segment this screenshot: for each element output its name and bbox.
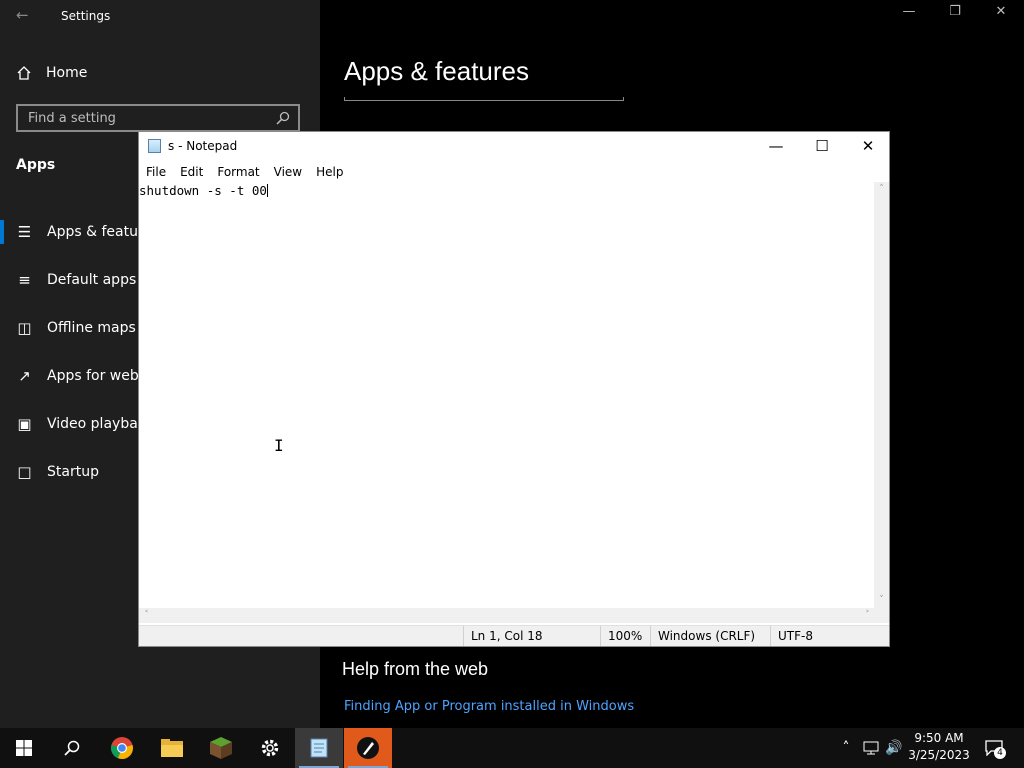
search-icon[interactable] [276,111,290,125]
default-apps-icon: ≡ [18,271,31,289]
notepad-taskbar-button[interactable] [295,728,343,768]
volume-icon[interactable]: 🔊 [884,728,904,768]
notepad-status-bar: Ln 1, Col 18 100% Windows (CRLF) UTF-8 [139,625,889,646]
menu-view[interactable]: View [267,162,309,182]
start-icon [16,740,32,756]
file-explorer-icon [161,739,183,757]
close-button[interactable]: ✕ [845,132,891,160]
text-cursor-icon: I [274,436,284,455]
status-encoding: UTF-8 [770,626,874,646]
show-hidden-icons-icon[interactable]: ˄ [838,728,854,768]
restore-icon[interactable]: ❐ [932,4,978,19]
menu-help[interactable]: Help [309,162,350,182]
file-explorer-taskbar-button[interactable] [148,728,196,768]
action-center-button[interactable]: 4 [980,728,1008,768]
section-title: Apps [16,157,56,173]
close-icon[interactable]: ✕ [978,4,1024,19]
nav-label: Offline maps [47,320,136,336]
title-underline [344,97,624,101]
scroll-down-icon[interactable]: ˅ [874,593,889,608]
help-link[interactable]: Finding App or Program installed in Wind… [344,699,634,714]
taskbar-clock[interactable]: 9:50 AM 3/25/2023 [905,730,973,764]
taskbar-search-button[interactable] [48,728,96,768]
menu-file[interactable]: File [139,162,173,182]
search-placeholder: Find a setting [28,110,116,126]
taskbar: ˄ 🔊 9:50 AM 3/25/2023 4 [0,728,1024,768]
notepad-icon [310,738,328,758]
notepad-menu-bar: File Edit Format View Help [139,162,889,182]
help-heading: Help from the web [342,659,489,679]
horizontal-scrollbar[interactable]: ˂ ˃ [139,608,875,623]
pen-app-icon [357,737,379,759]
maximize-button[interactable]: ☐ [799,132,845,160]
web-link-icon: ↗ [18,367,31,385]
menu-format[interactable]: Format [210,162,266,182]
scroll-up-icon[interactable]: ˄ [874,182,889,197]
pen-app-taskbar-button[interactable] [344,728,392,768]
clock-date: 3/25/2023 [908,748,970,762]
home-nav-item[interactable]: Home [16,62,87,84]
chrome-taskbar-button[interactable] [98,728,146,768]
notepad-title: s - Notepad [168,139,238,153]
notepad-text-area[interactable]: shutdown -s -t 00 [139,182,875,608]
notepad-text: shutdown -s -t 00 [139,183,267,198]
search-icon [64,740,80,756]
scroll-left-icon[interactable]: ˂ [139,608,154,623]
status-line-ending: Windows (CRLF) [650,626,768,646]
status-zoom: 100% [600,626,652,646]
back-arrow-icon[interactable]: ← [16,6,29,24]
start-button[interactable] [0,728,48,768]
settings-window-title: Settings [61,9,111,23]
home-label: Home [46,65,88,81]
settings-search-box[interactable]: Find a setting [16,104,300,132]
minecraft-taskbar-button[interactable] [197,728,245,768]
text-caret [266,184,268,197]
nav-label: Default apps [47,272,137,288]
network-icon[interactable] [861,728,881,768]
settings-taskbar-button[interactable] [246,728,294,768]
nav-label: Startup [47,464,99,480]
minimize-button[interactable]: — [753,132,799,160]
video-icon: ▣ [17,415,32,433]
notepad-window: s - Notepad — ☐ ✕ File Edit Format View … [138,131,890,647]
vertical-scrollbar[interactable]: ˄ ˅ [874,182,889,608]
notepad-icon [148,139,161,153]
map-icon: ◫ [17,319,32,337]
scrollbar-corner [874,608,889,623]
page-title: Apps & features [344,56,529,86]
startup-icon: □ [17,463,32,481]
menu-edit[interactable]: Edit [173,162,210,182]
settings-icon [261,739,279,757]
minecraft-icon [210,737,232,759]
scroll-right-icon[interactable]: ˃ [860,608,875,623]
home-icon [17,66,31,80]
clock-time: 9:50 AM [914,731,964,745]
list-icon: ☰ [17,223,32,241]
status-position: Ln 1, Col 18 [463,626,596,646]
notification-count-badge: 4 [994,747,1006,759]
minimize-icon[interactable]: — [886,4,932,19]
chrome-icon [111,737,133,760]
notepad-title-bar[interactable]: s - Notepad — ☐ ✕ [139,132,889,160]
